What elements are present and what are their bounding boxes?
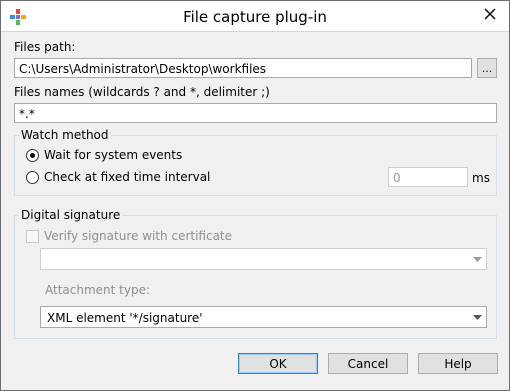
- digital-signature-legend: Digital signature: [19, 208, 123, 222]
- chevron-down-icon: [469, 307, 486, 327]
- radio-fixed-interval-label[interactable]: Check at fixed time interval: [44, 170, 210, 184]
- help-button[interactable]: Help: [418, 353, 498, 374]
- close-icon: [484, 8, 495, 20]
- radio-fixed-interval[interactable]: [26, 171, 39, 184]
- file-names-input[interactable]: *.*: [14, 103, 497, 123]
- dialog-window: File capture plug-in Files path: C:\User…: [0, 0, 510, 391]
- files-path-label: Files path:: [14, 40, 76, 54]
- attachment-type-label: Attachment type:: [45, 283, 151, 297]
- watch-method-legend: Watch method: [19, 128, 111, 142]
- chevron-down-icon: [469, 249, 486, 269]
- close-button[interactable]: [476, 3, 503, 25]
- verify-signature-checkbox[interactable]: [26, 230, 39, 243]
- radio-wait-events[interactable]: [26, 149, 39, 162]
- ok-button[interactable]: OK: [238, 353, 318, 374]
- files-path-input[interactable]: C:\Users\Administrator\Desktop\workfiles: [14, 58, 472, 78]
- title-bar[interactable]: File capture plug-in: [1, 1, 509, 32]
- certificate-combo[interactable]: [40, 248, 487, 270]
- attachment-type-value: XML element '*/signature': [47, 311, 203, 325]
- window-title: File capture plug-in: [183, 8, 327, 26]
- attachment-type-combo[interactable]: XML element '*/signature': [40, 306, 487, 328]
- browse-button[interactable]: ...: [477, 58, 497, 78]
- cancel-button[interactable]: Cancel: [328, 353, 408, 374]
- file-names-label: Files names (wildcards ? and *, delimite…: [14, 85, 270, 99]
- verify-signature-label[interactable]: Verify signature with certificate: [44, 229, 232, 243]
- interval-unit-label: ms: [472, 171, 490, 185]
- radio-wait-events-label[interactable]: Wait for system events: [44, 148, 182, 162]
- interval-input[interactable]: 0: [388, 167, 468, 187]
